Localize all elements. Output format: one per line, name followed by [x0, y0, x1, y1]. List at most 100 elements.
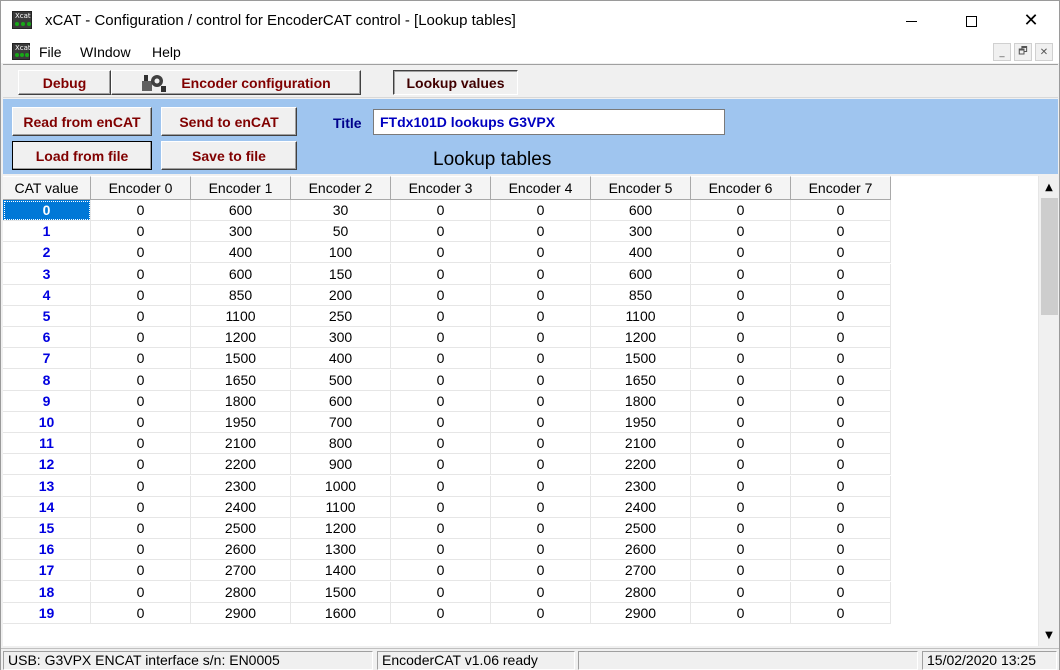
- column-header[interactable]: Encoder 2: [291, 176, 391, 200]
- encoder-value-cell[interactable]: 0: [91, 560, 191, 582]
- encoder-value-cell[interactable]: 1800: [591, 390, 691, 412]
- encoder-value-cell[interactable]: 0: [791, 518, 891, 539]
- encoder-value-cell[interactable]: 0: [691, 602, 791, 624]
- encoder-value-cell[interactable]: 0: [691, 560, 791, 582]
- scroll-up-button[interactable]: ▲: [1039, 177, 1059, 197]
- encoder-value-cell[interactable]: 2300: [191, 475, 291, 497]
- encoder-value-cell[interactable]: 2500: [591, 518, 691, 539]
- encoder-value-cell[interactable]: 2200: [591, 454, 691, 476]
- encoder-value-cell[interactable]: 0: [791, 348, 891, 370]
- mdi-child-icon[interactable]: Xcat: [12, 43, 31, 60]
- encoder-value-cell[interactable]: 0: [391, 560, 491, 582]
- encoder-value-cell[interactable]: 0: [791, 539, 891, 561]
- mdi-minimize-button[interactable]: _: [993, 43, 1011, 61]
- encoder-value-cell[interactable]: 1500: [591, 348, 691, 370]
- encoder-value-cell[interactable]: 0: [391, 602, 491, 624]
- cat-value-cell[interactable]: 7: [3, 348, 91, 370]
- encoder-value-cell[interactable]: 0: [691, 242, 791, 264]
- encoder-value-cell[interactable]: 0: [391, 242, 491, 264]
- column-header[interactable]: Encoder 1: [191, 176, 291, 200]
- encoder-value-cell[interactable]: 0: [91, 327, 191, 349]
- encoder-value-cell[interactable]: 50: [291, 221, 391, 243]
- encoder-value-cell[interactable]: 500: [291, 369, 391, 391]
- column-header[interactable]: Encoder 3: [391, 176, 491, 200]
- encoder-value-cell[interactable]: 0: [691, 263, 791, 285]
- column-header[interactable]: Encoder 6: [691, 176, 791, 200]
- encoder-value-cell[interactable]: 0: [691, 221, 791, 243]
- encoder-value-cell[interactable]: 600: [591, 263, 691, 285]
- encoder-value-cell[interactable]: 0: [791, 581, 891, 603]
- encoder-value-cell[interactable]: 0: [791, 412, 891, 433]
- encoder-value-cell[interactable]: 0: [391, 475, 491, 497]
- encoder-value-cell[interactable]: 2200: [191, 454, 291, 476]
- encoder-value-cell[interactable]: 0: [791, 263, 891, 285]
- encoder-value-cell[interactable]: 0: [491, 518, 591, 539]
- encoder-value-cell[interactable]: 100: [291, 242, 391, 264]
- cat-value-cell[interactable]: 12: [3, 454, 91, 476]
- encoder-value-cell[interactable]: 0: [791, 496, 891, 518]
- cat-value-cell[interactable]: 11: [3, 433, 91, 455]
- encoder-value-cell[interactable]: 0: [691, 496, 791, 518]
- column-header[interactable]: CAT value: [3, 176, 91, 200]
- encoder-value-cell[interactable]: 0: [491, 284, 591, 306]
- encoder-value-cell[interactable]: 1650: [591, 369, 691, 391]
- encoder-value-cell[interactable]: 300: [291, 327, 391, 349]
- encoder-value-cell[interactable]: 850: [191, 284, 291, 306]
- encoder-value-cell[interactable]: 2600: [591, 539, 691, 561]
- column-header[interactable]: Encoder 0: [91, 176, 191, 200]
- encoder-value-cell[interactable]: 0: [791, 306, 891, 327]
- encoder-value-cell[interactable]: 0: [491, 390, 591, 412]
- encoder-value-cell[interactable]: 0: [91, 221, 191, 243]
- encoder-value-cell[interactable]: 600: [591, 200, 691, 221]
- encoder-value-cell[interactable]: 0: [391, 263, 491, 285]
- encoder-value-cell[interactable]: 0: [691, 284, 791, 306]
- encoder-value-cell[interactable]: 0: [791, 369, 891, 391]
- encoder-value-cell[interactable]: 0: [391, 454, 491, 476]
- encoder-value-cell[interactable]: 0: [791, 327, 891, 349]
- encoder-value-cell[interactable]: 0: [391, 348, 491, 370]
- encoder-value-cell[interactable]: 0: [91, 284, 191, 306]
- encoder-value-cell[interactable]: 300: [591, 221, 691, 243]
- encoder-value-cell[interactable]: 0: [491, 221, 591, 243]
- cat-value-cell[interactable]: 15: [3, 518, 91, 539]
- encoder-value-cell[interactable]: 900: [291, 454, 391, 476]
- encoder-value-cell[interactable]: 0: [91, 433, 191, 455]
- encoder-value-cell[interactable]: 0: [391, 306, 491, 327]
- encoder-value-cell[interactable]: 1650: [191, 369, 291, 391]
- cat-value-cell[interactable]: 9: [3, 390, 91, 412]
- encoder-value-cell[interactable]: 400: [291, 348, 391, 370]
- encoder-value-cell[interactable]: 0: [391, 433, 491, 455]
- encoder-value-cell[interactable]: 0: [791, 284, 891, 306]
- encoder-value-cell[interactable]: 0: [491, 496, 591, 518]
- encoder-value-cell[interactable]: 1200: [191, 327, 291, 349]
- cat-value-cell[interactable]: 3: [3, 263, 91, 285]
- encoder-value-cell[interactable]: 0: [91, 602, 191, 624]
- encoder-value-cell[interactable]: 0: [691, 454, 791, 476]
- encoder-value-cell[interactable]: 1500: [191, 348, 291, 370]
- encoder-value-cell[interactable]: 0: [691, 475, 791, 497]
- encoder-value-cell[interactable]: 0: [91, 306, 191, 327]
- encoder-value-cell[interactable]: 2600: [191, 539, 291, 561]
- encoder-value-cell[interactable]: 0: [791, 433, 891, 455]
- encoder-value-cell[interactable]: 600: [191, 263, 291, 285]
- encoder-value-cell[interactable]: 800: [291, 433, 391, 455]
- encoder-value-cell[interactable]: 0: [391, 496, 491, 518]
- mdi-close-button[interactable]: ✕: [1035, 43, 1053, 61]
- encoder-value-cell[interactable]: 0: [491, 306, 591, 327]
- cat-value-cell[interactable]: 13: [3, 475, 91, 497]
- minimize-button[interactable]: [881, 1, 941, 41]
- encoder-value-cell[interactable]: 0: [691, 581, 791, 603]
- encoder-value-cell[interactable]: 0: [391, 284, 491, 306]
- scroll-thumb[interactable]: [1041, 198, 1058, 315]
- cat-value-cell[interactable]: 1: [3, 221, 91, 243]
- encoder-configuration-button[interactable]: Encoder configuration: [111, 70, 361, 95]
- encoder-value-cell[interactable]: 1600: [291, 602, 391, 624]
- encoder-value-cell[interactable]: 0: [491, 454, 591, 476]
- encoder-value-cell[interactable]: 2900: [191, 602, 291, 624]
- encoder-value-cell[interactable]: 1800: [191, 390, 291, 412]
- encoder-value-cell[interactable]: 200: [291, 284, 391, 306]
- encoder-value-cell[interactable]: 0: [691, 412, 791, 433]
- maximize-button[interactable]: [941, 1, 1001, 41]
- cat-value-cell[interactable]: 4: [3, 284, 91, 306]
- encoder-value-cell[interactable]: 0: [91, 496, 191, 518]
